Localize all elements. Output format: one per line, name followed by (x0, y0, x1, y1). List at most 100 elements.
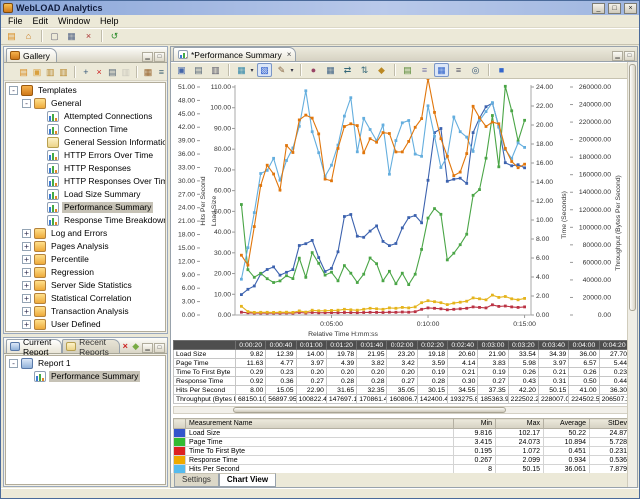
new-chart-icon[interactable]: ▦ (64, 29, 79, 43)
expand-icon[interactable]: + (22, 307, 31, 316)
reports-maximize-button[interactable]: □ (154, 343, 165, 353)
tree-item-http-responses[interactable]: HTTP Responses (6, 162, 165, 175)
collapse-icon[interactable]: - (22, 99, 31, 108)
flip-vertical-icon[interactable]: ⇅ (357, 63, 372, 77)
expand-icon[interactable]: + (22, 255, 31, 264)
table-row[interactable]: Page Time11.634.773.974.393.823.423.594.… (174, 359, 628, 368)
editor-maximize-button[interactable]: □ (624, 51, 635, 61)
summary-header-measurement-name[interactable]: Measurement Name (186, 419, 454, 429)
tree-item-portfolios[interactable]: -Portfolios (6, 331, 165, 332)
menu-window[interactable]: Window (54, 15, 96, 27)
help-icon[interactable]: ■ (494, 63, 509, 77)
summary-header-max[interactable]: Max (496, 419, 544, 429)
tree-item-attempted-connections[interactable]: Attempted Connections (6, 110, 165, 123)
summary-header-min[interactable]: Min (454, 419, 496, 429)
scrollbar-thumb[interactable] (233, 407, 506, 413)
edit-pencil-icon[interactable]: ✎ (274, 63, 289, 77)
paste-icon[interactable]: ▥ (120, 65, 131, 79)
summary-header-stdev[interactable]: StDev (590, 419, 628, 429)
table-row[interactable]: Response Time0.920.360.270.280.280.270.2… (174, 377, 628, 386)
save-icon[interactable]: ▣ (174, 63, 189, 77)
expand-icon[interactable]: + (22, 320, 31, 329)
export-image-icon[interactable]: ▤ (400, 63, 415, 77)
tab-chart-view[interactable]: Chart View (219, 473, 276, 487)
tree-item-log-and-errors[interactable]: +Log and Errors (6, 227, 165, 240)
tree-item-connection-time[interactable]: Connection Time (6, 123, 165, 136)
summary-row[interactable]: Hits Per Second850.1536.0617.879 (174, 465, 628, 474)
summary-row[interactable]: Time To First Byte0.1951.0720.4510.231 (174, 447, 628, 456)
summary-row[interactable]: Page Time3.41524.07310.8945.728 (174, 438, 628, 447)
tree-item-performance-summary[interactable]: Performance Summary (6, 370, 165, 383)
table-horizontal-scrollbar[interactable] (173, 406, 627, 414)
home-icon[interactable]: ⌂ (21, 29, 36, 43)
tree-item-transaction-analysis[interactable]: +Transaction Analysis (6, 305, 165, 318)
open-folder-icon[interactable]: ▤ (18, 65, 29, 79)
tab-recent-reports[interactable]: Recent Reports (62, 339, 120, 353)
flip-horizontal-icon[interactable]: ⇄ (340, 63, 355, 77)
tree-item-response-time-breakdown[interactable]: Response Time Breakdown (6, 214, 165, 227)
tab-settings[interactable]: Settings (174, 473, 219, 487)
print-icon[interactable]: ▥ (208, 63, 223, 77)
chart-gallery-icon[interactable]: ▦ (234, 63, 249, 77)
close-button[interactable]: × (624, 3, 637, 14)
summary-row[interactable]: Load Size9.816102.1750.2224.87 (174, 429, 628, 438)
tree-item-percentile[interactable]: +Percentile (6, 253, 165, 266)
editor-minimize-button[interactable]: ▁ (612, 51, 623, 61)
table-row[interactable]: Load Size9.8212.3914.0019.7821.9523.2019… (174, 350, 628, 359)
tree-item-report-1[interactable]: -Report 1 (6, 357, 165, 370)
collapse-icon[interactable]: - (9, 359, 18, 368)
expand-icon[interactable]: + (22, 242, 31, 251)
search-icon[interactable]: ◎ (468, 63, 483, 77)
tree-item-templates[interactable]: -Templates (6, 84, 165, 97)
copy-icon[interactable]: ▤ (107, 65, 118, 79)
collapse-icon[interactable]: - (9, 86, 18, 95)
reports-minimize-button[interactable]: ▁ (142, 343, 153, 353)
refresh-icon[interactable]: ↺ (107, 29, 122, 43)
edit-pencil-icon-caret[interactable]: ▾ (289, 67, 295, 74)
sync-report-icon[interactable]: ◆ (131, 339, 141, 353)
zoom-icon[interactable]: ● (306, 63, 321, 77)
expand-icon[interactable]: + (22, 229, 31, 238)
gallery-maximize-button[interactable]: □ (154, 52, 165, 62)
tree-item-pages-analysis[interactable]: +Pages Analysis (6, 240, 165, 253)
tree-item-regression[interactable]: +Regression (6, 266, 165, 279)
menu-edit[interactable]: Edit (29, 15, 55, 27)
tree-item-http-responses-over-time[interactable]: HTTP Responses Over Time (6, 175, 165, 188)
table-row[interactable]: Throughput (Bytes Per Second)68150.10568… (174, 395, 628, 404)
tree-item-server-side-statistics[interactable]: +Server Side Statistics (6, 279, 165, 292)
delete-icon[interactable]: × (93, 65, 104, 79)
chart-gallery-icon-caret[interactable]: ▾ (249, 67, 255, 74)
tree-item-performance-summary[interactable]: Performance Summary (6, 201, 165, 214)
legend-icon[interactable]: ≡ (451, 63, 466, 77)
tab-gallery[interactable]: Gallery (6, 48, 57, 62)
tree-item-load-size-summary[interactable]: Load Size Summary (6, 188, 165, 201)
scrollbar-thumb[interactable] (629, 64, 636, 311)
restore-button[interactable]: □ (608, 3, 621, 14)
sort-icon[interactable]: ≡ (156, 65, 167, 79)
close-chart-icon[interactable]: × (81, 29, 96, 43)
new-report-icon[interactable]: ▢ (47, 29, 62, 43)
table-row[interactable]: Hits Per Second8.0015.0522.9031.6532.353… (174, 386, 628, 395)
editor-vertical-scrollbar[interactable] (627, 62, 637, 487)
import-template-icon[interactable]: ▥ (45, 65, 56, 79)
minimize-button[interactable]: _ (592, 3, 605, 14)
tree-item-general-session-information[interactable]: General Session Information (6, 136, 165, 149)
menu-help[interactable]: Help (96, 15, 125, 27)
tree-item-statistical-correlation[interactable]: +Statistical Correlation (6, 292, 165, 305)
expand-icon[interactable]: + (22, 268, 31, 277)
gallery-minimize-button[interactable]: ▁ (142, 52, 153, 62)
new-folder-icon[interactable]: ▣ (31, 65, 42, 79)
tab-current-report[interactable]: Current Report (6, 339, 62, 353)
export-template-icon[interactable]: ▥ (58, 65, 69, 79)
expand-icon[interactable]: + (22, 281, 31, 290)
tree-item-http-errors-over-time[interactable]: HTTP Errors Over Time (6, 149, 165, 162)
add-to-report-icon[interactable]: + (80, 65, 91, 79)
line-chart-icon[interactable]: ▧ (257, 63, 272, 77)
axes-settings-icon[interactable]: ≡ (417, 63, 432, 77)
tab-close-icon[interactable]: × (285, 50, 292, 59)
tree-item-user-defined[interactable]: +User Defined (6, 318, 165, 331)
open-gallery-icon[interactable]: ▤ (4, 29, 19, 43)
grid-icon[interactable]: ▦ (323, 63, 338, 77)
tree-item-general[interactable]: -General (6, 97, 165, 110)
expand-icon[interactable]: + (22, 294, 31, 303)
